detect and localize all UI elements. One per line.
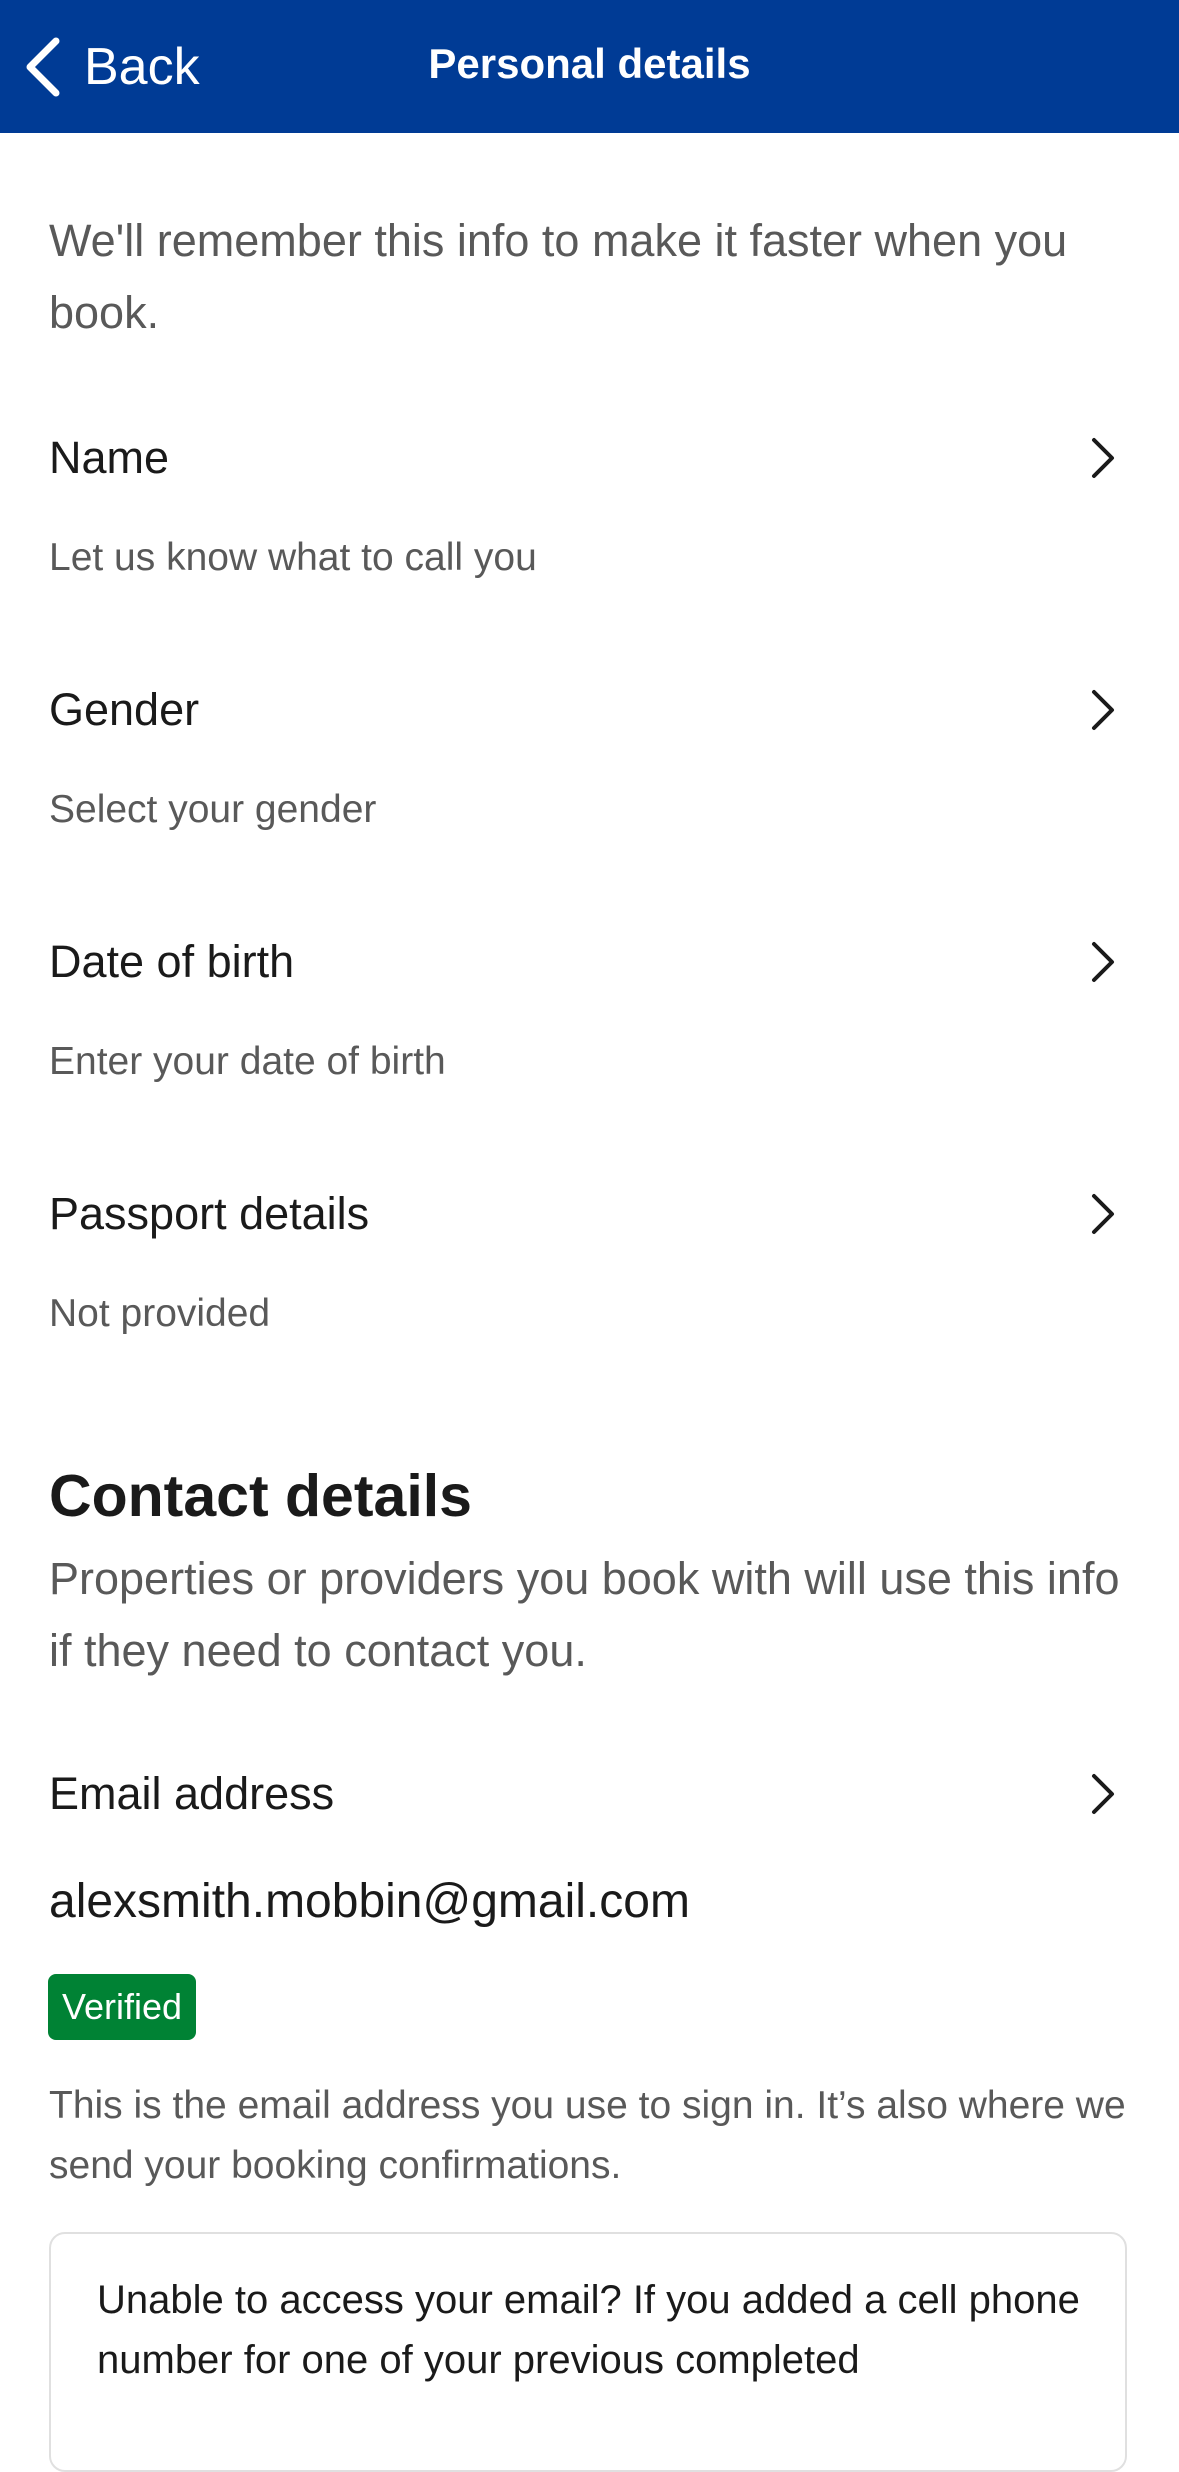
top-nav-bar: Back Personal details [0, 0, 1179, 133]
verified-badge: Verified [48, 1974, 197, 2040]
gender-label: Gender [49, 684, 200, 735]
chevron-right-icon [1092, 690, 1114, 730]
email-address-row[interactable]: Email address [0, 1766, 1179, 1826]
gender-row[interactable]: Gender Select your gender [0, 682, 1179, 912]
email-address-label: Email address [49, 1768, 335, 1819]
date-of-birth-label: Date of birth [49, 936, 295, 987]
passport-details-label: Passport details [49, 1188, 370, 1239]
email-value: alexsmith.mobbin@gmail.com [49, 1875, 690, 1928]
chevron-right-icon [1092, 942, 1114, 982]
chevron-right-icon [1092, 438, 1114, 478]
email-note: This is the email address you use to sig… [49, 2084, 1126, 2187]
gender-subtitle: Select your gender [49, 788, 377, 831]
page-title: Personal details [428, 40, 751, 87]
chevron-right-icon [1092, 1194, 1114, 1234]
chevron-right-icon [1092, 1774, 1114, 1814]
passport-details-subtitle: Not provided [49, 1292, 271, 1335]
passport-details-row[interactable]: Passport details Not provided [0, 1186, 1179, 1416]
name-label: Name [49, 432, 170, 483]
date-of-birth-subtitle: Enter your date of birth [49, 1040, 446, 1083]
date-of-birth-row[interactable]: Date of birth Enter your date of birth [0, 934, 1179, 1164]
contact-details-description: Properties or providers you book with wi… [49, 1553, 1120, 1676]
name-row[interactable]: Name Let us know what to call you [0, 430, 1179, 660]
email-access-info-box: Unable to access your email? If you adde… [49, 2232, 1127, 2472]
intro-text: We'll remember this info to make it fast… [49, 215, 1068, 338]
email-access-info-text: Unable to access your email? If you adde… [97, 2278, 1080, 2382]
contact-details-heading: Contact details [49, 1463, 472, 1529]
name-subtitle: Let us know what to call you [49, 536, 537, 579]
